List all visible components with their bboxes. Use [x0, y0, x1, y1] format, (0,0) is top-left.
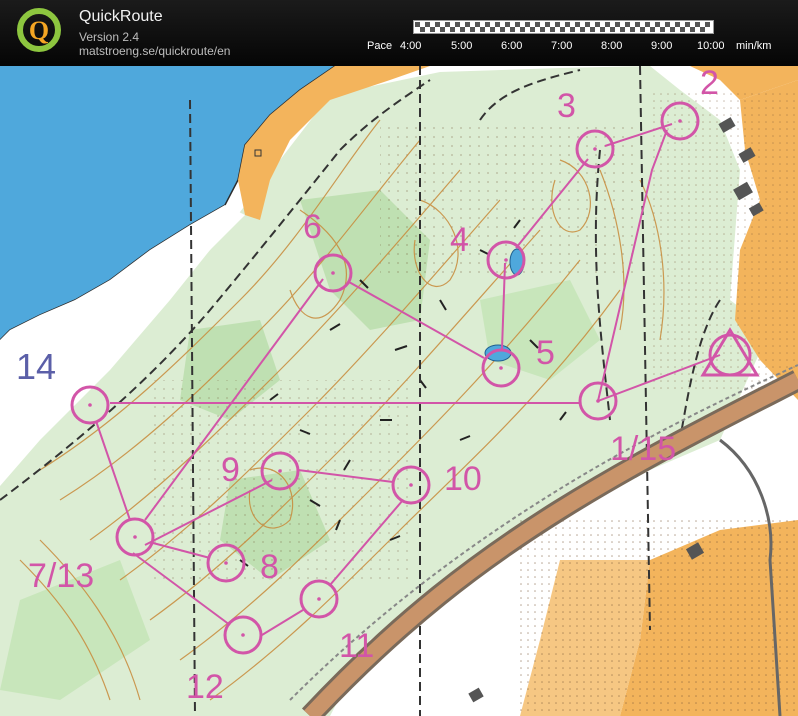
app-url: matstroeng.se/quickroute/en [79, 44, 231, 58]
pace-unit: min/km [736, 40, 772, 52]
control-label: 11 [339, 627, 374, 665]
pace-tick: 10:00 [697, 40, 725, 52]
pace-tick: 7:00 [551, 40, 573, 52]
control-label: 6 [303, 208, 322, 246]
control-label: 8 [260, 548, 279, 586]
header-bar: Q QuickRoute Version 2.4 matstroeng.se/q… [0, 0, 798, 66]
control-label: 14 [16, 346, 56, 387]
control-label: 7/13 [28, 557, 94, 595]
pace-tick: 5:00 [451, 40, 473, 52]
quickroute-logo-icon: Q [17, 8, 61, 52]
pace-tick: 8:00 [601, 40, 623, 52]
pace-label: Pace [367, 40, 393, 52]
app-name: QuickRoute [79, 8, 163, 25]
pace-color-scale [413, 20, 714, 34]
pace-tick: 4:00 [400, 40, 422, 52]
control-label: 10 [444, 460, 482, 498]
control-label: 9 [221, 451, 240, 489]
svg-text:Q: Q [29, 16, 49, 45]
control-label: 4 [450, 221, 469, 259]
control-label: 5 [536, 334, 555, 372]
pace-tick: 6:00 [501, 40, 523, 52]
control-label: 2 [700, 66, 719, 102]
orienteering-map[interactable]: 2 3 4 5 6 9 10 8 11 12 14 7/13 1/15 [0, 66, 798, 716]
control-label: 3 [557, 87, 576, 125]
map-canvas: 2 3 4 5 6 9 10 8 11 12 14 7/13 1/15 [0, 66, 798, 716]
pace-tick: 9:00 [651, 40, 673, 52]
control-label: 12 [186, 668, 224, 706]
app-version: Version 2.4 [79, 30, 140, 44]
control-label: 1/15 [610, 430, 676, 468]
